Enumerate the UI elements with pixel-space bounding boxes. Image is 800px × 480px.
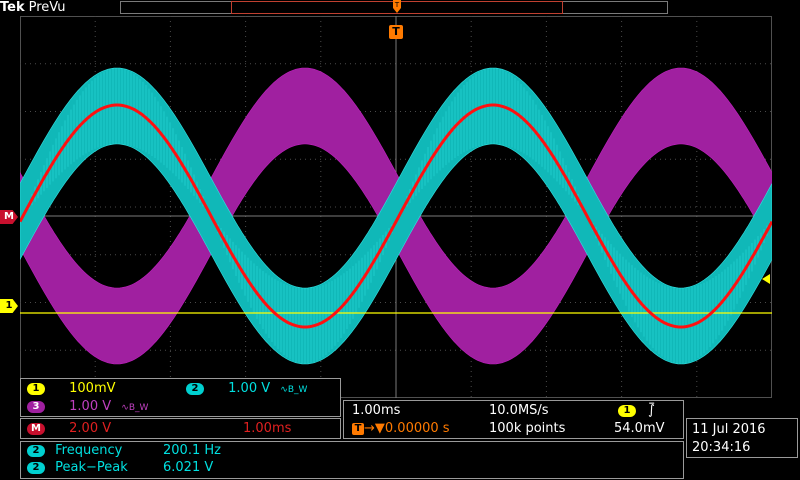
trigger-source-readout[interactable]: 1 ⨛ bbox=[618, 403, 655, 418]
vertical-settings-panel[interactable]: 1 100mV 2 1.00 V ∿B_W 3 1.00 V ∿B_W bbox=[20, 378, 341, 417]
trigger-position-readout[interactable]: T →▼0.00000 s bbox=[352, 421, 450, 436]
math-time-scale: 1.00ms bbox=[243, 421, 292, 436]
bandwidth-limit-icon: ∿B_W bbox=[121, 403, 149, 413]
measurement-row[interactable]: 2 Frequency bbox=[27, 443, 122, 458]
waveform-display[interactable] bbox=[20, 16, 772, 398]
ch1-scale: 100mV bbox=[69, 381, 116, 396]
horizontal-settings-panel[interactable]: 1.00ms 10.0MS/s 1 ⨛ T →▼0.00000 s 100k po… bbox=[343, 400, 684, 439]
measurement-value: 200.1 Hz bbox=[163, 443, 221, 458]
horizontal-scale: 1.00ms bbox=[352, 403, 401, 418]
ch2-badge: 2 bbox=[186, 382, 204, 395]
math-scale: 2.00 V bbox=[69, 421, 112, 436]
arrow-right-icon: →▼ bbox=[364, 421, 385, 436]
math-badge: M bbox=[27, 422, 45, 435]
sample-rate: 10.0MS/s bbox=[489, 403, 549, 418]
datetime-panel: 11 Jul 2016 20:34:16 bbox=[686, 418, 798, 458]
ch3-badge: 3 bbox=[27, 400, 45, 413]
bw-label: B_W bbox=[128, 403, 149, 413]
trigger-position-badge: T bbox=[352, 422, 364, 435]
measurement-channel-badge: 2 bbox=[27, 461, 45, 474]
brand-label: Tek PreVu bbox=[0, 0, 66, 15]
measurement-row[interactable]: 2 Peak−Peak bbox=[27, 460, 128, 475]
measurement-name: Frequency bbox=[55, 443, 123, 458]
top-bar: Tek PreVu T bbox=[0, 0, 800, 17]
brand-name: Tek bbox=[0, 0, 25, 15]
trigger-position-icon: T bbox=[393, 0, 401, 13]
math-readout[interactable]: M 2.00 V bbox=[27, 421, 111, 436]
date-display: 11 Jul 2016 bbox=[692, 422, 766, 437]
ch3-scale: 1.00 V bbox=[69, 399, 112, 414]
measurements-panel[interactable]: 2 Frequency 200.1 Hz 2 Peak−Peak 6.021 V bbox=[20, 441, 684, 479]
trigger-level-icon[interactable] bbox=[760, 274, 770, 284]
record-length: 100k points bbox=[489, 421, 566, 436]
trigger-level: 54.0mV bbox=[614, 421, 665, 436]
ch1-badge: 1 bbox=[27, 382, 45, 395]
time-display: 20:34:16 bbox=[692, 440, 751, 455]
math-settings-panel[interactable]: M 2.00 V 1.00ms bbox=[20, 418, 341, 439]
trigger-source-badge: 1 bbox=[618, 404, 636, 417]
acquisition-mode: PreVu bbox=[28, 0, 66, 15]
measurement-channel-badge: 2 bbox=[27, 444, 45, 457]
bw-label: B_W bbox=[287, 385, 308, 395]
ch2-scale: 1.00 V bbox=[228, 381, 271, 396]
svg-text:T: T bbox=[394, 1, 400, 9]
rising-edge-icon: ⨛ bbox=[648, 403, 655, 418]
math-ground-marker[interactable]: M bbox=[0, 210, 18, 224]
ch2-readout[interactable]: 2 1.00 V ∿B_W bbox=[186, 381, 307, 396]
measurement-name: Peak−Peak bbox=[55, 460, 128, 475]
bandwidth-limit-icon: ∿B_W bbox=[280, 385, 308, 395]
measurement-value: 6.021 V bbox=[163, 460, 214, 475]
ch3-readout[interactable]: 3 1.00 V ∿B_W bbox=[27, 399, 148, 414]
ch1-ground-marker[interactable]: 1 bbox=[0, 299, 18, 313]
ch1-readout[interactable]: 1 100mV bbox=[27, 381, 116, 396]
trigger-position: 0.00000 s bbox=[384, 421, 450, 436]
trigger-marker[interactable]: T bbox=[389, 25, 403, 39]
